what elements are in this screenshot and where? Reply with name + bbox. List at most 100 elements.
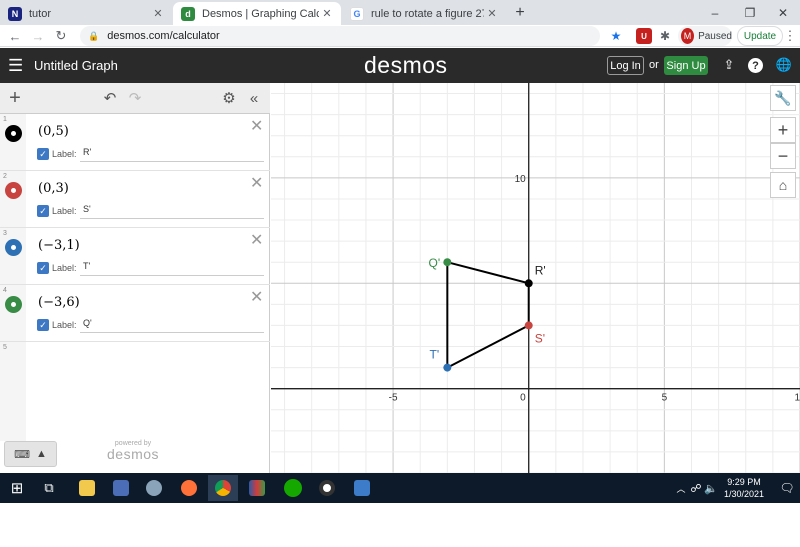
task-view-icon[interactable]: ⧉: [36, 475, 62, 501]
browser-tab-strip: N tutor ✕ d Desmos | Graphing Calculator…: [0, 0, 800, 25]
bookmark-star-icon[interactable]: ★: [608, 28, 624, 44]
graph-settings-wrench-icon[interactable]: 🔧: [770, 85, 796, 111]
upwork-icon[interactable]: [280, 475, 306, 501]
label-checkbox[interactable]: ✓: [37, 205, 49, 217]
calculator-icon[interactable]: [108, 475, 134, 501]
back-arrow-icon[interactable]: ←: [5, 25, 25, 47]
signup-button[interactable]: Sign Up: [664, 56, 708, 75]
login-button[interactable]: Log In: [607, 56, 644, 75]
extension-icon[interactable]: U: [636, 28, 652, 44]
graph-title[interactable]: Untitled Graph: [34, 58, 118, 73]
notification-icon[interactable]: 🗨: [774, 475, 800, 501]
update-button[interactable]: Update: [737, 26, 783, 46]
add-item-icon[interactable]: +: [6, 87, 24, 109]
desmos-logo: desmos: [364, 52, 448, 78]
generic-app-icon[interactable]: [349, 475, 375, 501]
label-input[interactable]: R': [80, 147, 264, 162]
keyboard-icon: ⌨: [14, 448, 30, 461]
profile-button[interactable]: M Paused: [678, 26, 732, 46]
chrome-icon[interactable]: [208, 475, 238, 501]
point-color-icon[interactable]: [5, 239, 22, 256]
delete-expression-icon[interactable]: ✕: [250, 116, 263, 136]
share-icon[interactable]: ⇪: [720, 56, 738, 74]
close-tab-icon[interactable]: ✕: [319, 7, 335, 20]
kebab-menu-icon[interactable]: ⋮: [783, 25, 797, 47]
expression-latex[interactable]: (0,3): [38, 181, 69, 196]
expression-latex[interactable]: (−3,6): [38, 295, 80, 310]
expression-row[interactable]: 4 (−3,6) ✕ ✓ Label: Q': [0, 285, 270, 342]
home-zoom-icon[interactable]: ⌂: [770, 172, 796, 198]
expression-row[interactable]: 2 (0,3) ✕ ✓ Label: S': [0, 171, 270, 228]
help-icon[interactable]: ?: [748, 58, 763, 73]
powered-by-desmos[interactable]: powered by desmos: [107, 440, 159, 461]
zoom-in-button[interactable]: +: [770, 117, 796, 143]
keyboard-toggle-button[interactable]: ⌨ ▲: [4, 441, 57, 467]
expression-row[interactable]: 1 (0,5) ✕ ✓ Label: R': [0, 114, 270, 171]
point-color-icon[interactable]: [5, 125, 22, 142]
point-q-prime: [443, 258, 452, 267]
tab-title: Desmos | Graphing Calculator: [202, 7, 319, 20]
point-label: T': [430, 348, 440, 362]
label-input[interactable]: T': [80, 261, 264, 276]
tab-desmos[interactable]: d Desmos | Graphing Calculator ✕: [173, 2, 341, 25]
tab-title: rule to rotate a figure 270 clockw: [371, 7, 484, 20]
or-text: or: [649, 59, 659, 71]
expression-index: 2: [0, 171, 26, 227]
extensions-puzzle-icon[interactable]: ✱: [657, 28, 673, 44]
close-tab-icon[interactable]: ✕: [484, 7, 500, 20]
graph-svg[interactable]: -5 0 5 10 10 R' S' T' Q': [271, 83, 800, 474]
point-label: S': [535, 331, 545, 345]
label-checkbox[interactable]: ✓: [37, 319, 49, 331]
maximize-button[interactable]: ❐: [733, 0, 767, 25]
label-caption: Label:: [52, 149, 77, 159]
new-tab-button[interactable]: +: [510, 3, 530, 23]
empty-expression-row[interactable]: 5: [0, 342, 270, 376]
x-tick-label: -5: [389, 393, 398, 404]
point-color-icon[interactable]: [5, 296, 22, 313]
close-tab-icon[interactable]: ✕: [150, 7, 166, 20]
delete-expression-icon[interactable]: ✕: [250, 173, 263, 193]
label-input[interactable]: Q': [80, 318, 264, 333]
hamburger-menu-icon[interactable]: ☰: [8, 56, 23, 76]
expression-row[interactable]: 3 (−3,1) ✕ ✓ Label: T': [0, 228, 270, 285]
point-label: Q': [429, 256, 441, 270]
windows-start-icon[interactable]: ⊞: [4, 475, 30, 501]
undo-icon[interactable]: ↶: [101, 89, 119, 107]
expression-latex[interactable]: (−3,1): [38, 238, 80, 253]
close-window-button[interactable]: ✕: [766, 0, 800, 25]
point-color-icon[interactable]: [5, 182, 22, 199]
tab-tutor[interactable]: N tutor ✕: [0, 2, 172, 25]
firefox-icon[interactable]: [176, 475, 202, 501]
avatar: M: [681, 28, 695, 44]
globe-icon[interactable]: 🌐: [775, 56, 793, 74]
caret-up-icon: ▲: [36, 448, 47, 460]
profile-status: Paused: [698, 30, 732, 42]
minimize-button[interactable]: –: [698, 0, 732, 25]
label-checkbox[interactable]: ✓: [37, 148, 49, 160]
expression-latex[interactable]: (0,5): [38, 124, 69, 139]
forward-arrow-icon[interactable]: →: [28, 25, 48, 47]
tab-google-search[interactable]: G rule to rotate a figure 270 clockw ✕: [342, 2, 506, 25]
label-input[interactable]: S': [80, 204, 264, 219]
photos-icon[interactable]: [141, 475, 167, 501]
settings-gear-icon[interactable]: ⚙: [220, 89, 238, 107]
x-tick-label: 10: [794, 393, 800, 404]
redo-icon[interactable]: ↷: [126, 89, 144, 107]
expression-toolbar: + ↶ ↷ ⚙ «: [0, 83, 270, 114]
delete-expression-icon[interactable]: ✕: [250, 287, 263, 307]
reload-icon[interactable]: ↻: [51, 25, 71, 47]
delete-expression-icon[interactable]: ✕: [250, 230, 263, 250]
media-player-icon[interactable]: [314, 475, 340, 501]
collapse-panel-icon[interactable]: «: [245, 89, 263, 107]
label-caption: Label:: [52, 263, 77, 273]
graph-paper[interactable]: -5 0 5 10 10 R' S' T' Q': [271, 83, 800, 474]
system-clock[interactable]: 9:29 PM 1/30/2021: [718, 476, 770, 500]
tutor-favicon-icon: N: [8, 6, 22, 21]
winrar-icon[interactable]: [244, 475, 270, 501]
zoom-out-button[interactable]: −: [770, 143, 796, 169]
file-explorer-icon[interactable]: [74, 475, 100, 501]
address-bar[interactable]: 🔒 desmos.com/calculator: [80, 26, 600, 46]
clock-time: 9:29 PM: [727, 477, 761, 487]
expression-panel: + ↶ ↷ ⚙ « 1 (0,5) ✕ ✓ Label: R' 2 (0,3) ✕ ✓ Label:…: [0, 83, 270, 473]
label-checkbox[interactable]: ✓: [37, 262, 49, 274]
